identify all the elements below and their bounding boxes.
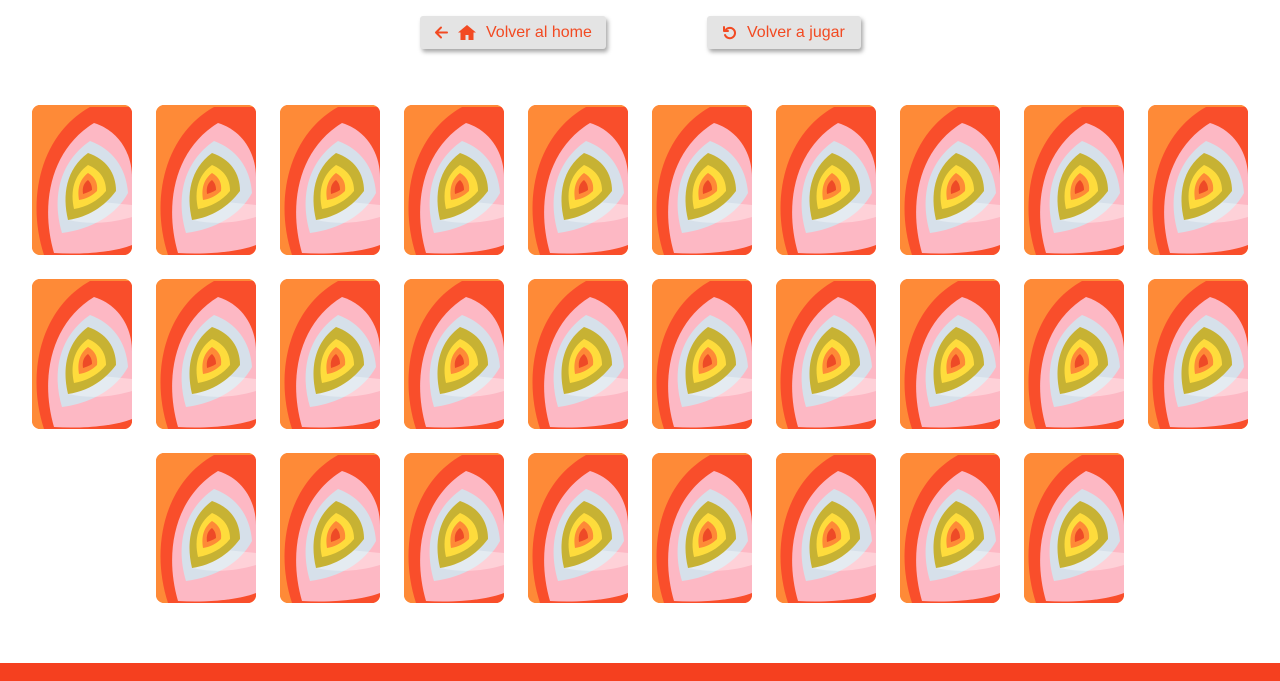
footer-bar bbox=[0, 663, 1280, 681]
memory-card[interactable] bbox=[280, 105, 380, 255]
back-to-home-label: Volver al home bbox=[486, 23, 592, 41]
card-back-pattern bbox=[1024, 105, 1124, 255]
memory-card[interactable] bbox=[32, 105, 132, 255]
house-icon bbox=[457, 24, 477, 41]
memory-card[interactable] bbox=[1024, 453, 1124, 603]
rotate-left-icon bbox=[722, 25, 738, 41]
memory-card[interactable] bbox=[1148, 279, 1248, 429]
card-back-pattern bbox=[404, 453, 504, 603]
card-back-pattern bbox=[404, 279, 504, 429]
card-back-pattern bbox=[156, 279, 256, 429]
card-back-pattern bbox=[528, 453, 628, 603]
card-back-pattern bbox=[528, 279, 628, 429]
card-back-pattern bbox=[32, 105, 132, 255]
card-back-pattern bbox=[1024, 453, 1124, 603]
memory-card[interactable] bbox=[1024, 105, 1124, 255]
card-back-pattern bbox=[900, 279, 1000, 429]
memory-card[interactable] bbox=[156, 279, 256, 429]
memory-card[interactable] bbox=[652, 105, 752, 255]
card-back-pattern bbox=[528, 105, 628, 255]
card-grid bbox=[0, 105, 1280, 627]
memory-card[interactable] bbox=[280, 453, 380, 603]
memory-card[interactable] bbox=[900, 105, 1000, 255]
card-back-pattern bbox=[900, 453, 1000, 603]
card-back-pattern bbox=[652, 453, 752, 603]
memory-card[interactable] bbox=[156, 105, 256, 255]
card-row bbox=[0, 279, 1280, 429]
memory-card[interactable] bbox=[900, 453, 1000, 603]
card-back-pattern bbox=[404, 105, 504, 255]
memory-card[interactable] bbox=[776, 279, 876, 429]
memory-card[interactable] bbox=[404, 105, 504, 255]
memory-card[interactable] bbox=[156, 453, 256, 603]
memory-card[interactable] bbox=[776, 453, 876, 603]
memory-card[interactable] bbox=[404, 453, 504, 603]
memory-card[interactable] bbox=[652, 453, 752, 603]
card-back-pattern bbox=[652, 279, 752, 429]
memory-card[interactable] bbox=[776, 105, 876, 255]
memory-card[interactable] bbox=[32, 279, 132, 429]
card-back-pattern bbox=[156, 105, 256, 255]
memory-card[interactable] bbox=[652, 279, 752, 429]
memory-card[interactable] bbox=[528, 105, 628, 255]
memory-card[interactable] bbox=[528, 453, 628, 603]
card-back-pattern bbox=[280, 279, 380, 429]
play-again-button[interactable]: Volver a jugar bbox=[707, 16, 861, 49]
card-back-pattern bbox=[1024, 279, 1124, 429]
card-back-pattern bbox=[652, 105, 752, 255]
play-again-label: Volver a jugar bbox=[747, 23, 845, 41]
card-row bbox=[0, 105, 1280, 255]
memory-card[interactable] bbox=[528, 279, 628, 429]
memory-card[interactable] bbox=[280, 279, 380, 429]
card-back-pattern bbox=[280, 105, 380, 255]
card-back-pattern bbox=[156, 453, 256, 603]
back-to-home-button[interactable]: Volver al home bbox=[420, 16, 606, 49]
memory-card[interactable] bbox=[1148, 105, 1248, 255]
card-back-pattern bbox=[1148, 279, 1248, 429]
card-back-pattern bbox=[776, 105, 876, 255]
top-toolbar: Volver al home Volver a jugar bbox=[0, 16, 1280, 49]
card-back-pattern bbox=[32, 279, 132, 429]
memory-card[interactable] bbox=[1024, 279, 1124, 429]
card-back-pattern bbox=[280, 453, 380, 603]
arrow-left-icon bbox=[434, 25, 449, 40]
card-back-pattern bbox=[1148, 105, 1248, 255]
card-back-pattern bbox=[900, 105, 1000, 255]
card-back-pattern bbox=[776, 279, 876, 429]
memory-card[interactable] bbox=[404, 279, 504, 429]
card-back-pattern bbox=[776, 453, 876, 603]
memory-card[interactable] bbox=[900, 279, 1000, 429]
card-row bbox=[0, 453, 1280, 603]
